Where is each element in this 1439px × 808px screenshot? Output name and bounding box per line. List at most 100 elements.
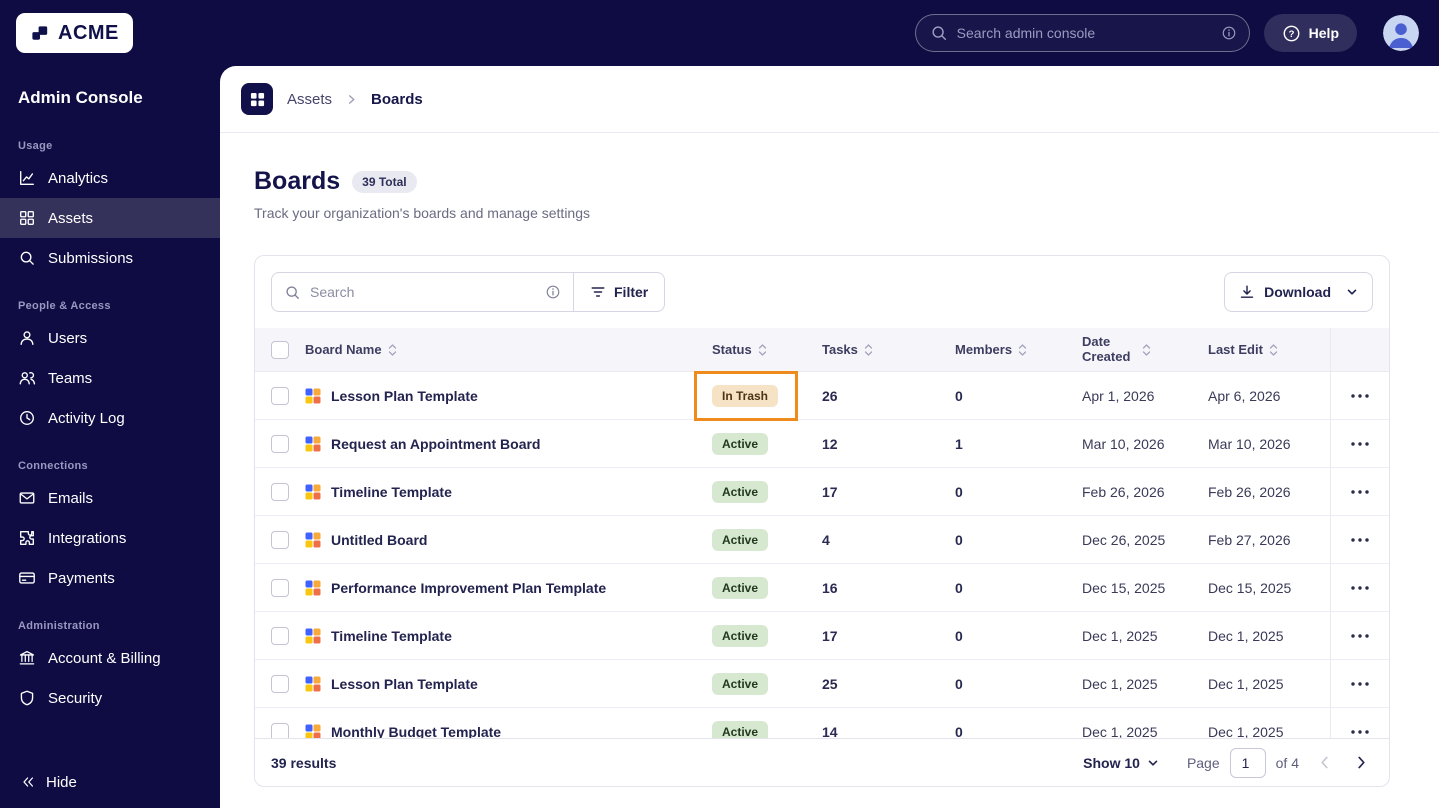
row-checkbox[interactable] (271, 674, 289, 693)
members-count: 0 (955, 531, 963, 548)
sidebar-item-account-billing[interactable]: Account & Billing (0, 638, 220, 678)
sidebar-item-assets[interactable]: Assets (0, 198, 220, 238)
status-badge: Active (712, 432, 769, 455)
select-all-checkbox[interactable] (271, 340, 289, 359)
avatar[interactable] (1383, 15, 1419, 51)
sidebar-item-emails[interactable]: Emails (0, 478, 220, 518)
puzzle-icon (18, 529, 36, 547)
board-icon (305, 628, 321, 644)
download-button[interactable]: Download (1224, 272, 1373, 312)
acme-logo[interactable]: ACME (16, 13, 133, 53)
table-row: Lesson Plan Template Active 25 0 Dec 1, … (255, 660, 1389, 708)
double-chevron-left-icon (20, 774, 36, 790)
info-icon[interactable] (1221, 25, 1237, 41)
page-number-input[interactable] (1229, 747, 1266, 778)
sidebar-item-activity-log[interactable]: Activity Log (0, 398, 220, 438)
board-name-link[interactable]: Untitled Board (331, 532, 427, 548)
bank-icon (18, 649, 36, 667)
sort-icon (1018, 343, 1027, 357)
previous-page-button[interactable] (1313, 749, 1336, 776)
row-checkbox[interactable] (271, 578, 289, 597)
section-label-connections: Connections (18, 460, 88, 472)
row-menu-button[interactable] (1344, 723, 1376, 739)
hide-sidebar-button[interactable]: Hide (0, 756, 220, 808)
column-header-date-created[interactable]: Date Created (1082, 328, 1208, 371)
board-icon (305, 436, 321, 452)
column-header-status[interactable]: Status (712, 328, 822, 371)
row-menu-button[interactable] (1344, 579, 1376, 597)
page-size-select[interactable]: Show 10 (1083, 755, 1159, 771)
filter-button[interactable]: Filter (574, 272, 666, 312)
row-checkbox[interactable] (271, 626, 289, 645)
column-header-members[interactable]: Members (955, 328, 1082, 371)
members-count: 1 (955, 435, 963, 452)
sidebar-item-label: Users (48, 329, 88, 347)
sidebar-item-payments[interactable]: Payments (0, 558, 220, 598)
clock-icon (18, 409, 36, 427)
sidebar-item-label: Teams (48, 369, 93, 387)
board-name-link[interactable]: Performance Improvement Plan Template (331, 580, 606, 596)
acme-logo-icon (30, 23, 51, 44)
table-row: Lesson Plan Template In Trash 26 0 Apr 1… (255, 371, 1389, 421)
filter-icon (590, 284, 606, 300)
column-header-last-edit[interactable]: Last Edit (1208, 328, 1330, 371)
board-icon (305, 484, 321, 500)
board-name-link[interactable]: Timeline Template (331, 484, 452, 500)
tasks-count: 16 (822, 579, 838, 596)
table-footer: 39 results Show 10 Page of 4 (255, 738, 1389, 786)
row-menu-button[interactable] (1344, 627, 1376, 645)
sidebar-item-submissions[interactable]: Submissions (0, 238, 220, 278)
board-name-link[interactable]: Timeline Template (331, 628, 452, 644)
row-checkbox[interactable] (271, 386, 289, 405)
sidebar-item-label: Payments (48, 569, 115, 587)
top-bar: ACME ? Help (0, 0, 1439, 66)
breadcrumb-assets[interactable]: Assets (287, 91, 332, 108)
table-search (271, 272, 574, 312)
row-menu-button[interactable] (1344, 387, 1376, 405)
column-header-tasks[interactable]: Tasks (822, 328, 955, 371)
date-created-value: Mar 10, 2026 (1082, 435, 1165, 452)
board-name-link[interactable]: Lesson Plan Template (331, 676, 478, 692)
row-menu-button[interactable] (1344, 675, 1376, 693)
sidebar-item-users[interactable]: Users (0, 318, 220, 358)
search-icon (930, 24, 948, 42)
table-search-input[interactable] (310, 284, 536, 300)
row-menu-button[interactable] (1344, 483, 1376, 501)
row-checkbox[interactable] (271, 722, 289, 738)
row-checkbox[interactable] (271, 482, 289, 501)
row-menu-button[interactable] (1344, 435, 1376, 453)
table-row: Monthly Budget Template Active 14 0 Dec … (255, 708, 1389, 738)
row-menu-button[interactable] (1344, 531, 1376, 549)
sidebar-item-teams[interactable]: Teams (0, 358, 220, 398)
search-icon (284, 284, 301, 301)
last-edit-value: Feb 26, 2026 (1208, 483, 1291, 500)
info-icon[interactable] (545, 284, 561, 300)
status-badge: Active (712, 624, 769, 647)
people-icon (18, 369, 36, 387)
table-body: Lesson Plan Template In Trash 26 0 Apr 1… (255, 371, 1389, 738)
table-row: Performance Improvement Plan Template Ac… (255, 564, 1389, 612)
board-icon (305, 580, 321, 596)
tasks-count: 17 (822, 627, 838, 644)
sidebar-item-integrations[interactable]: Integrations (0, 518, 220, 558)
sidebar-item-analytics[interactable]: Analytics (0, 158, 220, 198)
sidebar-title: Admin Console (18, 88, 143, 107)
hide-label: Hide (46, 773, 77, 791)
last-edit-value: Mar 10, 2026 (1208, 435, 1291, 452)
page-title: Boards (254, 167, 341, 195)
board-name-link[interactable]: Lesson Plan Template (331, 388, 478, 404)
admin-search-input[interactable] (956, 25, 1212, 41)
sidebar-item-security[interactable]: Security (0, 678, 220, 718)
board-name-link[interactable]: Monthly Budget Template (331, 724, 501, 739)
row-checkbox[interactable] (271, 530, 289, 549)
sidebar-item-label: Activity Log (48, 409, 125, 427)
next-page-button[interactable] (1350, 749, 1373, 776)
row-checkbox[interactable] (271, 434, 289, 453)
assets-icon (18, 209, 36, 227)
acme-logo-text: ACME (58, 21, 119, 44)
members-count: 0 (955, 627, 963, 644)
board-name-link[interactable]: Request an Appointment Board (331, 436, 541, 452)
help-button[interactable]: ? Help (1263, 14, 1357, 52)
tasks-count: 14 (822, 723, 838, 739)
column-header-board-name[interactable]: Board Name (305, 328, 712, 371)
